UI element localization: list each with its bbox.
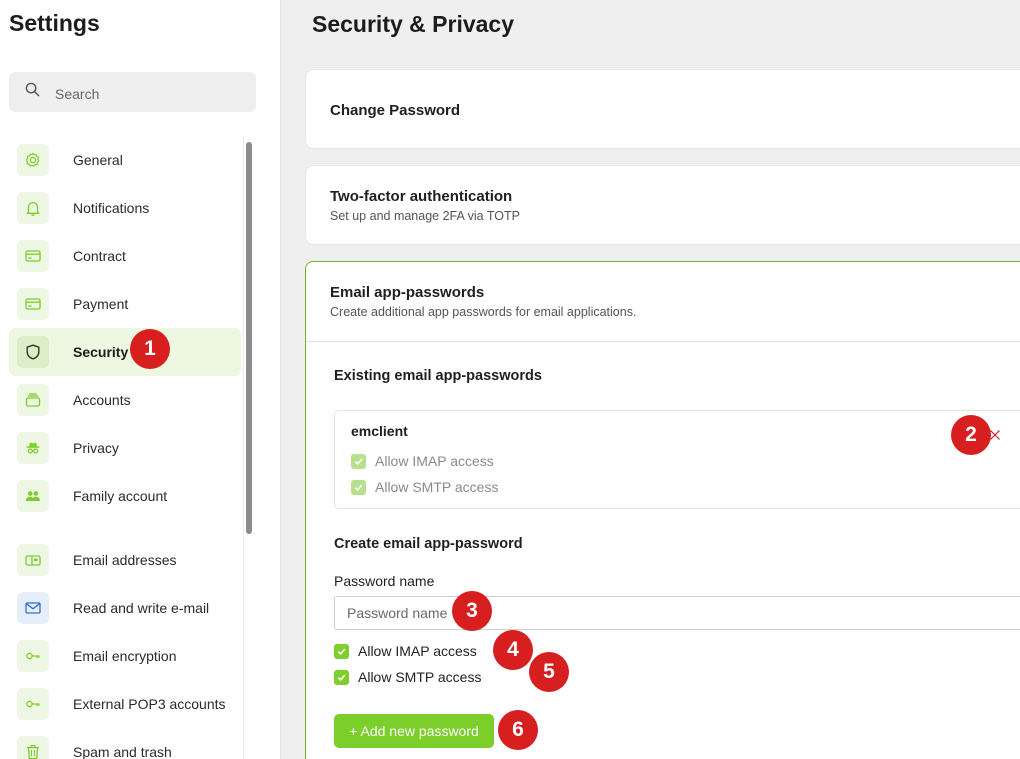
gear-icon <box>17 144 49 176</box>
sidebar-item-read-write-email[interactable]: Read and write e-mail <box>9 584 241 632</box>
existing-passwords-title: Existing email app-passwords <box>334 368 542 384</box>
sidebar-item-security[interactable]: Security <box>9 328 241 376</box>
password-name-input[interactable] <box>334 596 1020 630</box>
sidebar-item-label: Spam and trash <box>73 744 172 759</box>
scrollbar-thumb[interactable] <box>246 142 252 534</box>
add-new-password-button[interactable]: + Add new password <box>334 714 494 748</box>
bell-icon <box>17 192 49 224</box>
change-password-section[interactable]: Change Password <box>305 69 1020 149</box>
imap-checkbox[interactable] <box>334 643 349 659</box>
key-icon <box>17 640 49 672</box>
sidebar-item-general[interactable]: General <box>9 136 241 184</box>
sidebar-item-external-pop3[interactable]: External POP3 accounts <box>9 680 241 728</box>
search-icon <box>25 82 40 102</box>
sidebar-item-contract[interactable]: Contract <box>9 232 241 280</box>
annotation-badge: 4 <box>493 630 533 670</box>
sidebar-item-label: Email addresses <box>73 552 177 568</box>
existing-smtp-access: Allow SMTP access <box>351 479 498 495</box>
sidebar-item-payment[interactable]: Payment <box>9 280 241 328</box>
checkbox-label[interactable]: Allow IMAP access <box>358 643 477 659</box>
spy-icon <box>17 432 49 464</box>
existing-imap-access: Allow IMAP access <box>351 453 494 469</box>
envelope-icon <box>17 592 49 624</box>
sidebar-item-label: Security <box>73 344 129 360</box>
shield-icon <box>17 336 49 368</box>
section-title: Two-factor authentication <box>330 188 513 205</box>
sidebar-item-label: Notifications <box>73 200 150 216</box>
sidebar-item-label: Read and write e-mail <box>73 600 210 616</box>
sidebar-scrollbar[interactable] <box>243 136 256 759</box>
existing-password-item: emclient Allow IMAP access Allow SMTP ac… <box>334 410 1020 509</box>
annotation-badge: 2 <box>951 415 991 455</box>
people-icon <box>17 480 49 512</box>
checkbox-label: Allow IMAP access <box>375 453 494 469</box>
sidebar-item-label: Accounts <box>73 392 131 408</box>
sidebar-item-label: Contract <box>73 248 126 264</box>
mailbox-icon <box>17 544 49 576</box>
sidebar-item-label: Privacy <box>73 440 119 456</box>
create-password-title: Create email app-password <box>334 536 523 552</box>
sidebar-item-spam-trash[interactable]: Spam and trash <box>9 728 241 759</box>
sidebar-item-email-addresses[interactable]: Email addresses <box>9 536 241 584</box>
trash-icon <box>17 736 49 759</box>
sidebar-item-label: External POP3 accounts <box>73 696 226 712</box>
checkbox-label[interactable]: Allow SMTP access <box>358 669 481 685</box>
annotation-badge: 6 <box>498 710 538 750</box>
two-factor-section[interactable]: Two-factor authentication Set up and man… <box>305 165 1020 245</box>
stack-icon <box>17 384 49 416</box>
section-subtitle: Set up and manage 2FA via TOTP <box>330 209 520 223</box>
sidebar-item-label: Family account <box>73 488 168 504</box>
section-subtitle: Create additional app passwords for emai… <box>330 305 637 319</box>
search-placeholder: Search <box>55 85 100 102</box>
sidebar-item-label: Email encryption <box>73 648 177 664</box>
sidebar-item-label: General <box>73 152 123 168</box>
annotation-badge: 3 <box>452 591 492 631</box>
key-icon <box>17 688 49 720</box>
card-icon <box>17 240 49 272</box>
sidebar-item-email-encryption[interactable]: Email encryption <box>9 632 241 680</box>
sidebar-title: Settings <box>9 10 100 36</box>
page-title: Security & Privacy <box>312 11 515 37</box>
annotation-badge: 1 <box>130 329 170 369</box>
sidebar-item-family-account[interactable]: Family account <box>9 472 241 520</box>
password-name: emclient <box>351 423 408 439</box>
checkbox-checked-disabled <box>351 479 366 495</box>
section-title: Change Password <box>330 102 461 119</box>
smtp-access-option[interactable]: Allow SMTP access <box>334 669 481 685</box>
sidebar-item-privacy[interactable]: Privacy <box>9 424 241 472</box>
sidebar: Settings Search General Notifications Co… <box>0 0 281 759</box>
sidebar-item-notifications[interactable]: Notifications <box>9 184 241 232</box>
annotation-badge: 5 <box>529 652 569 692</box>
sidebar-item-accounts[interactable]: Accounts <box>9 376 241 424</box>
imap-access-option[interactable]: Allow IMAP access <box>334 643 477 659</box>
section-title: Email app-passwords <box>330 284 485 301</box>
credit-card-icon <box>17 288 49 320</box>
email-app-passwords-section: Email app-passwords Create additional ap… <box>305 261 1020 759</box>
search-input[interactable]: Search <box>9 72 256 112</box>
settings-nav: General Notifications Contract Payment S… <box>0 136 256 759</box>
smtp-checkbox[interactable] <box>334 669 349 685</box>
sidebar-item-label: Payment <box>73 296 129 312</box>
password-name-label: Password name <box>334 573 435 589</box>
divider <box>306 341 1020 342</box>
checkbox-checked-disabled <box>351 453 366 469</box>
checkbox-label: Allow SMTP access <box>375 479 499 495</box>
